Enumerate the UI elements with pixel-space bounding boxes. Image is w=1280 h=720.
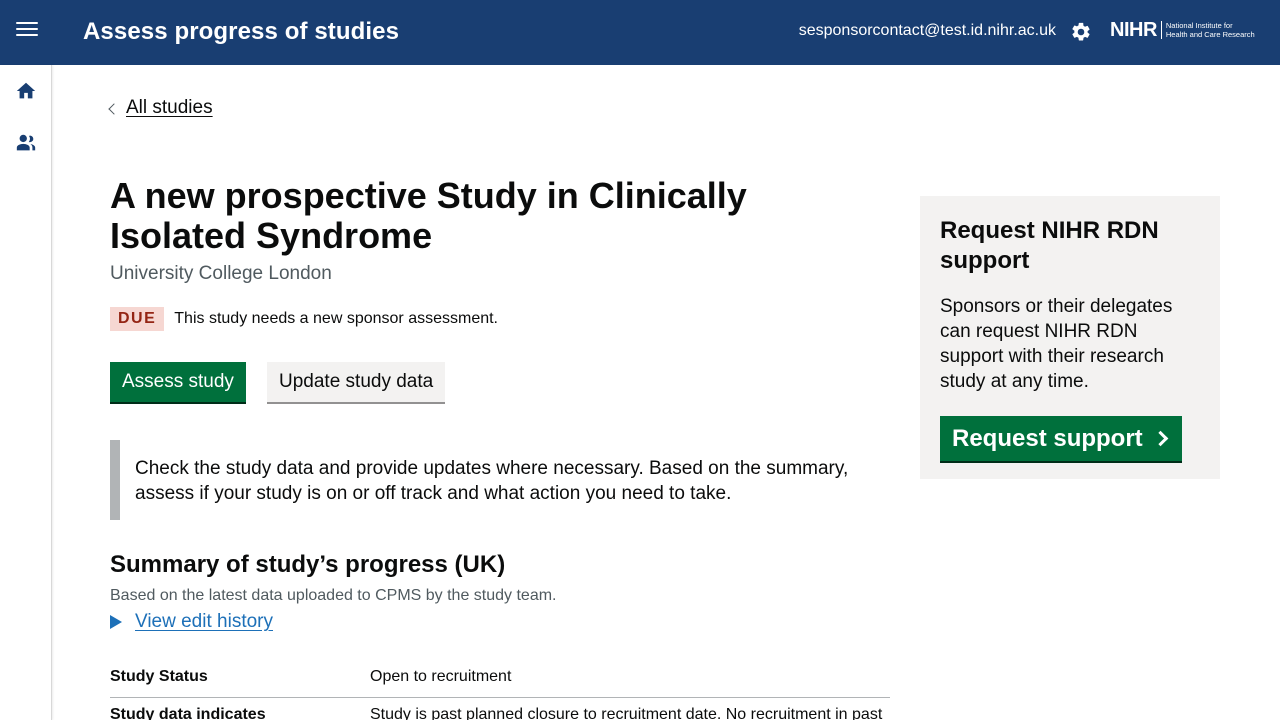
- logo-subtitle-line1: National Institute for: [1165, 21, 1233, 30]
- update-study-data-button[interactable]: Update study data: [267, 362, 446, 402]
- back-to-all-studies-link[interactable]: All studies: [126, 97, 213, 119]
- menu-icon[interactable]: [16, 22, 38, 44]
- summary-list: Study Status Open to recruitment Study d…: [110, 660, 890, 720]
- logo-subtitle-line2: Health and Care Research: [1165, 30, 1255, 39]
- summary-subheading: Based on the latest data uploaded to CPM…: [110, 587, 557, 604]
- user-email: sesponsorcontact@test.id.nihr.ac.uk: [798, 22, 1056, 39]
- users-icon[interactable]: [15, 132, 37, 154]
- settings-gear-icon[interactable]: [1070, 21, 1092, 43]
- app-title: Assess progress of studies: [83, 18, 400, 45]
- request-support-body: Sponsors or their delegates can request …: [940, 296, 1173, 392]
- top-header: Assess progress of studies sesponsorcont…: [0, 0, 1280, 65]
- status-badge: DUE: [110, 307, 165, 331]
- summary-heading: Summary of study’s progress (UK): [110, 551, 506, 578]
- chevron-left-icon: [108, 102, 120, 115]
- summary-row: Study data indicates Study is past plann…: [110, 698, 890, 720]
- assessment-status: DUE This study needs a new sponsor asses…: [110, 307, 498, 331]
- logo-separator: [1160, 21, 1162, 39]
- side-navigation: [0, 65, 52, 720]
- summary-key: Study Status: [110, 668, 208, 685]
- view-edit-history-link[interactable]: View edit history: [135, 611, 273, 633]
- guidance-inset-text: Check the study data and provide updates…: [110, 440, 890, 520]
- status-message: This study needs a new sponsor assessmen…: [174, 310, 498, 327]
- request-support-label: Request support: [952, 424, 1143, 452]
- summary-row: Study Status Open to recruitment: [110, 660, 890, 698]
- logo-wordmark: NIHR: [1110, 19, 1157, 41]
- summary-value: Open to recruitment: [370, 668, 512, 685]
- summary-key: Study data indicates: [110, 706, 266, 720]
- request-support-panel: Request NIHR RDN support Sponsors or the…: [920, 196, 1220, 479]
- chevron-right-icon: [1152, 430, 1168, 447]
- assess-study-button[interactable]: Assess study: [110, 362, 246, 402]
- expand-triangle-icon: [110, 615, 122, 629]
- logo-subtitle: National Institute for Health and Care R…: [1166, 21, 1266, 39]
- home-icon[interactable]: [15, 80, 37, 102]
- summary-value: Study is past planned closure to recruit…: [370, 706, 883, 720]
- page-title: A new prospective Study in Clinically Is…: [110, 175, 747, 256]
- request-support-button[interactable]: Request support: [940, 416, 1182, 461]
- breadcrumb: All studies: [108, 97, 213, 119]
- edit-history-details[interactable]: View edit history: [110, 611, 273, 633]
- study-organisation: University College London: [110, 263, 332, 284]
- nihr-logo: NIHR National Institute for Health and C…: [1110, 20, 1266, 40]
- request-support-heading: Request NIHR RDN support: [940, 217, 1159, 274]
